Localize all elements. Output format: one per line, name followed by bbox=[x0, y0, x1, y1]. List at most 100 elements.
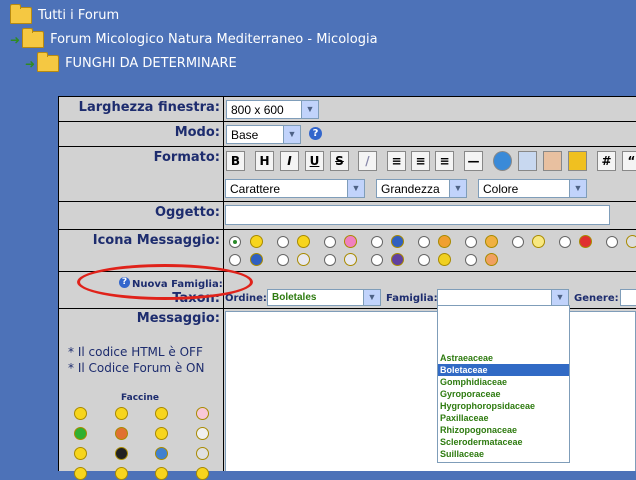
carattere-value: Carattere bbox=[230, 182, 281, 196]
align-left-button[interactable]: ≡ bbox=[387, 151, 406, 171]
smiley-icon[interactable] bbox=[155, 407, 168, 420]
modo-select[interactable]: Base ▼ bbox=[226, 125, 301, 144]
smiley-icon[interactable] bbox=[196, 447, 209, 460]
smiley-icon[interactable] bbox=[74, 467, 87, 480]
code-icon[interactable]: # bbox=[597, 151, 616, 171]
underline-button[interactable]: U bbox=[305, 151, 324, 171]
famiglia-select[interactable]: ▼ bbox=[437, 289, 569, 306]
icon-radio[interactable] bbox=[324, 236, 336, 248]
smiley-icon[interactable] bbox=[155, 467, 168, 480]
smiley-icon[interactable] bbox=[155, 427, 168, 440]
icon-radio[interactable] bbox=[465, 254, 477, 266]
messaggio-textarea[interactable] bbox=[225, 311, 636, 471]
faccine-label: Faccine bbox=[121, 393, 159, 403]
moon-icon bbox=[297, 253, 310, 266]
breadcrumb-label[interactable]: FUNGHI DA DETERMINARE bbox=[65, 56, 237, 71]
taxon-cell: Ordine: Boletales ▼ Famiglia: ▼ Genere: bbox=[224, 272, 636, 308]
larghezza-select[interactable]: 800 x 600 ▼ bbox=[226, 100, 319, 119]
smiley-icon[interactable] bbox=[74, 407, 87, 420]
dropdown-option[interactable]: Paxillaceae bbox=[438, 412, 569, 424]
icon-radio[interactable] bbox=[512, 236, 524, 248]
icon-radio[interactable] bbox=[418, 236, 430, 248]
heading-button[interactable]: H bbox=[255, 151, 274, 171]
chevron-down-icon[interactable]: ▼ bbox=[283, 126, 300, 143]
smiley-icon[interactable] bbox=[196, 467, 209, 480]
dropdown-option-selected[interactable]: Boletaceae bbox=[438, 364, 569, 376]
famiglia-dropdown-list[interactable]: Astraeaceae Boletaceae Gomphidiaceae Gyr… bbox=[437, 305, 570, 463]
image-icon[interactable] bbox=[543, 151, 562, 171]
fade-button[interactable]: / bbox=[358, 151, 377, 171]
icon-radio[interactable] bbox=[277, 254, 289, 266]
dropdown-option[interactable]: Sclerodermataceae bbox=[438, 436, 569, 448]
icon-radio[interactable] bbox=[559, 236, 571, 248]
icon-radio[interactable] bbox=[418, 254, 430, 266]
oggetto-input[interactable] bbox=[225, 205, 610, 225]
hr-button[interactable]: — bbox=[464, 151, 483, 171]
align-right-button[interactable]: ≡ bbox=[435, 151, 454, 171]
chevron-down-icon[interactable]: ▼ bbox=[569, 180, 586, 197]
eightball-icon[interactable] bbox=[115, 447, 128, 460]
italic-button[interactable]: I bbox=[280, 151, 299, 171]
icon-radio[interactable] bbox=[229, 254, 241, 266]
globe-icon[interactable] bbox=[493, 151, 512, 171]
icon-radio[interactable] bbox=[277, 236, 289, 248]
sad-icon bbox=[391, 235, 404, 248]
folder-icon bbox=[37, 52, 60, 72]
smiley-icon[interactable] bbox=[196, 407, 209, 420]
heart-icon bbox=[579, 235, 592, 248]
strike-button[interactable]: S bbox=[330, 151, 349, 171]
smiley-icon[interactable] bbox=[74, 427, 87, 440]
smiley-icon[interactable] bbox=[155, 447, 168, 460]
icon-radio[interactable] bbox=[229, 236, 241, 248]
dropdown-option[interactable]: Hygrophoropsidaceae bbox=[438, 400, 569, 412]
chevron-down-icon[interactable]: ▼ bbox=[551, 290, 568, 305]
question-icon bbox=[250, 253, 263, 266]
breadcrumb-category[interactable]: ➜ FUNGHI DA DETERMINARE bbox=[25, 52, 237, 72]
icon-radio[interactable] bbox=[371, 254, 383, 266]
help-icon[interactable]: ? bbox=[309, 127, 322, 140]
icon-radio[interactable] bbox=[371, 236, 383, 248]
smiley-icon[interactable] bbox=[74, 447, 87, 460]
bold-button[interactable]: B bbox=[226, 151, 245, 171]
email-icon[interactable] bbox=[518, 151, 537, 171]
oggetto-cell bbox=[224, 202, 636, 229]
music-icon bbox=[391, 253, 404, 266]
dropdown-option[interactable]: Gomphidiaceae bbox=[438, 376, 569, 388]
breadcrumb-label[interactable]: Tutti i Forum bbox=[38, 8, 119, 23]
smiley-icon[interactable] bbox=[196, 427, 209, 440]
align-center-button[interactable]: ≡ bbox=[411, 151, 430, 171]
famiglia-label: Famiglia: bbox=[386, 293, 438, 304]
dropdown-option[interactable]: Rhizopogonaceae bbox=[438, 424, 569, 436]
icon-radio[interactable] bbox=[606, 236, 618, 248]
breadcrumb-forum[interactable]: ➜ Forum Micologico Natura Mediterraneo -… bbox=[10, 28, 378, 48]
carattere-select[interactable]: Carattere ▼ bbox=[225, 179, 365, 198]
grandezza-value: Grandezza bbox=[381, 182, 440, 196]
dropdown-option[interactable]: Suillaceae bbox=[438, 448, 569, 460]
chevron-down-icon[interactable]: ▼ bbox=[301, 101, 318, 118]
chevron-down-icon[interactable]: ▼ bbox=[347, 180, 364, 197]
dropdown-option[interactable]: Astraeaceae bbox=[438, 352, 569, 364]
chevron-down-icon[interactable]: ▼ bbox=[363, 290, 380, 305]
forum-code-note: * Il Codice Forum è ON bbox=[68, 361, 205, 375]
chevron-down-icon[interactable]: ▼ bbox=[449, 180, 466, 197]
highlight-ellipse bbox=[77, 264, 253, 300]
larghezza-label: Larghezza finestra: bbox=[59, 97, 223, 121]
colore-select[interactable]: Colore ▼ bbox=[478, 179, 587, 198]
flash-icon[interactable] bbox=[568, 151, 587, 171]
icon-radio[interactable] bbox=[324, 254, 336, 266]
smiley-icon[interactable] bbox=[115, 467, 128, 480]
smiley-icon[interactable] bbox=[115, 407, 128, 420]
icon-radio[interactable] bbox=[465, 236, 477, 248]
quote-icon[interactable]: “ bbox=[622, 151, 636, 171]
genere-select[interactable] bbox=[620, 289, 636, 306]
thumb-icon bbox=[485, 235, 498, 248]
row-formato: Formato: B H I U S / ≡ ≡ ≡ — # “ Caratte… bbox=[58, 147, 636, 201]
grandezza-select[interactable]: Grandezza ▼ bbox=[376, 179, 467, 198]
breadcrumb-all-forums[interactable]: Tutti i Forum bbox=[10, 4, 119, 24]
breadcrumb-label[interactable]: Forum Micologico Natura Mediterraneo - M… bbox=[50, 32, 377, 47]
dropdown-option[interactable]: Gyroporaceae bbox=[438, 388, 569, 400]
smiley-icon[interactable] bbox=[115, 427, 128, 440]
star-icon bbox=[438, 253, 451, 266]
colore-value: Colore bbox=[483, 182, 519, 196]
ordine-select[interactable]: Boletales ▼ bbox=[267, 289, 381, 306]
